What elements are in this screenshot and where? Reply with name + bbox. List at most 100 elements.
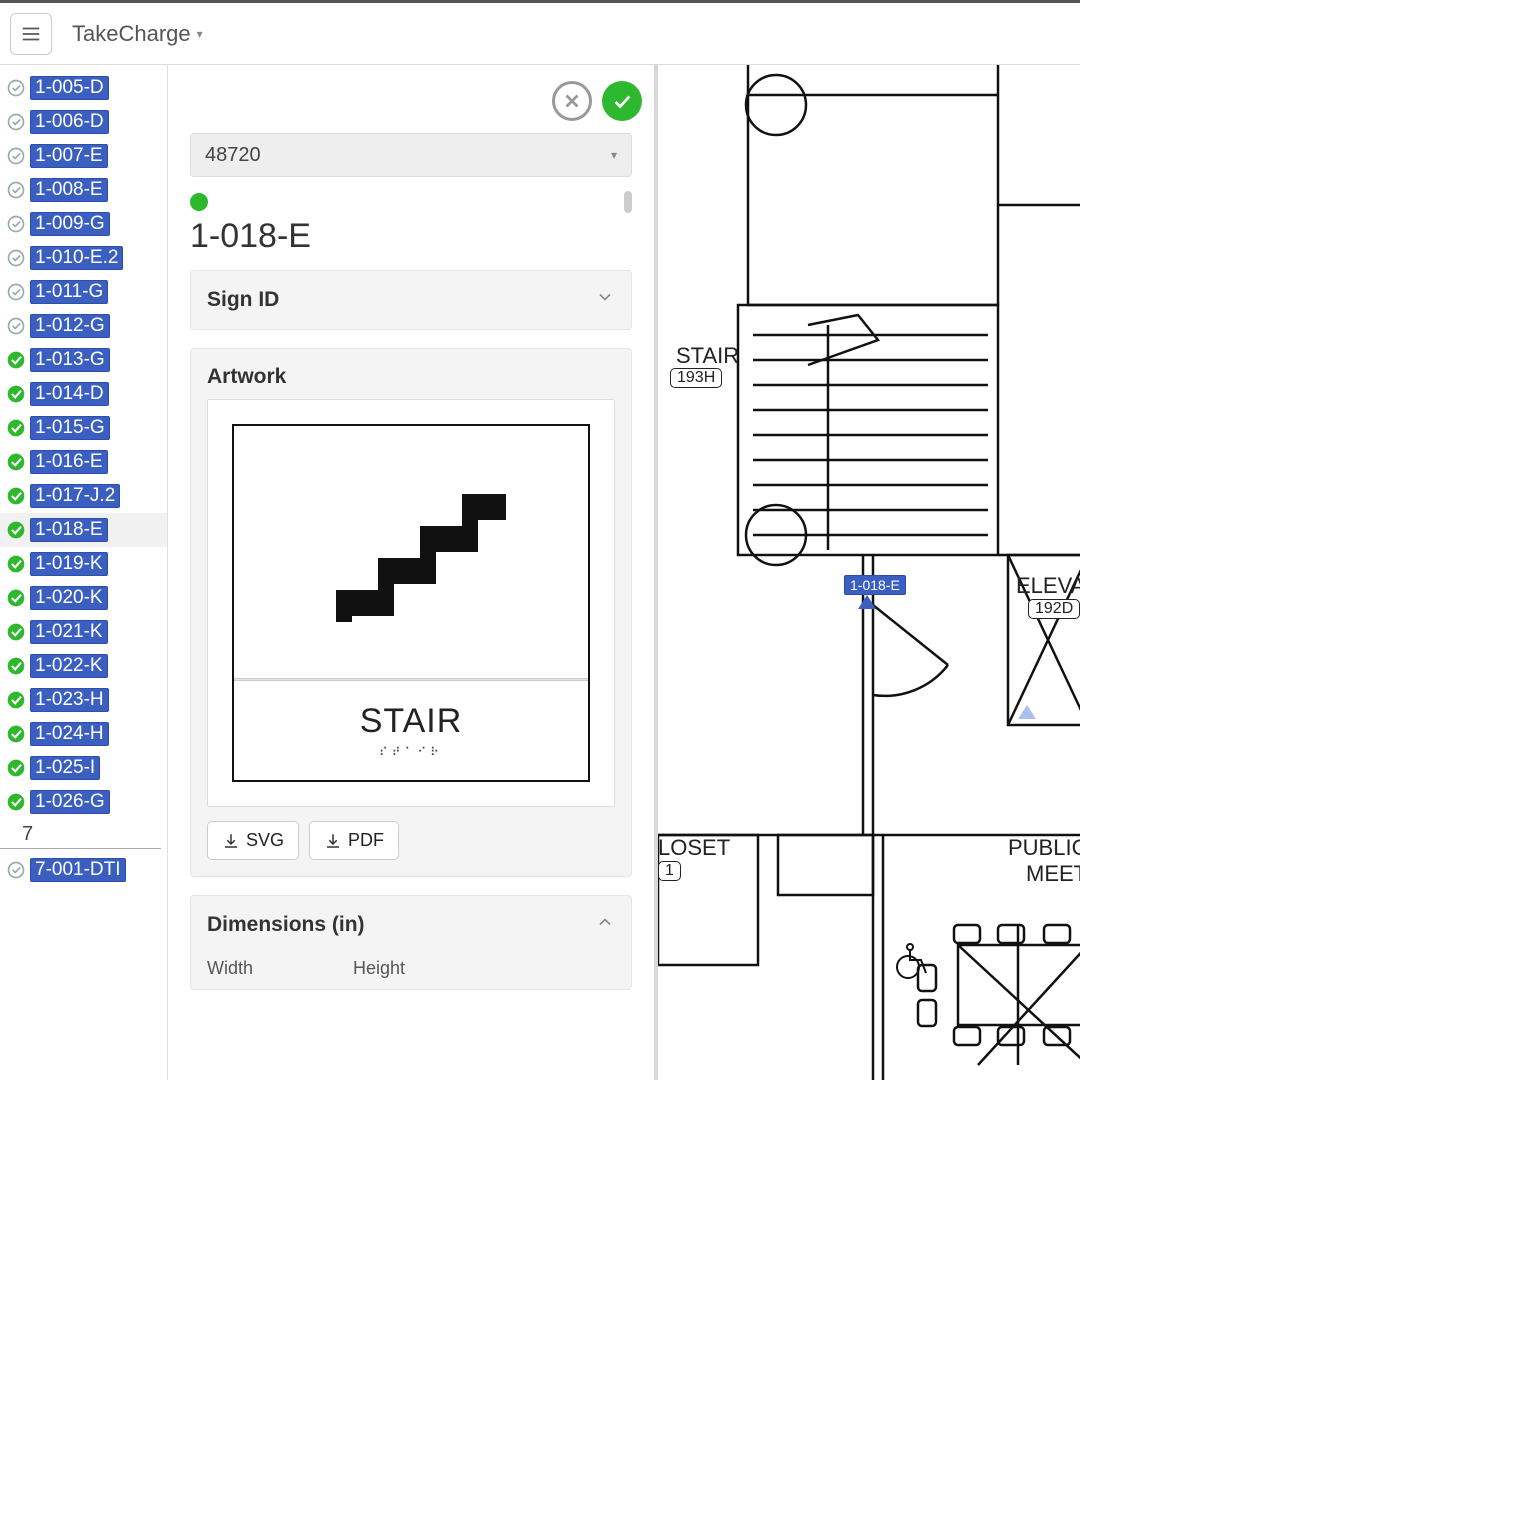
check-icon	[611, 90, 633, 112]
menu-button[interactable]	[10, 13, 52, 55]
status-icon	[6, 554, 26, 574]
sidebar-item-1-018-E[interactable]: 1-018-E	[0, 513, 167, 547]
sidebar-item-1-010-E.2[interactable]: 1-010-E.2	[0, 241, 167, 275]
hamburger-icon	[20, 23, 42, 45]
status-icon	[6, 486, 26, 506]
sidebar-item-1-012-G[interactable]: 1-012-G	[0, 309, 167, 343]
status-icon	[6, 520, 26, 540]
sidebar-item-label: 1-014-D	[30, 382, 109, 406]
confirm-button[interactable]	[602, 81, 642, 121]
width-label: Width	[207, 958, 253, 979]
artwork-panel-header[interactable]: Artwork	[191, 349, 631, 399]
download-pdf-button[interactable]: PDF	[309, 821, 399, 860]
braille-text: ⠎⠞⠁⠊⠗	[379, 745, 443, 759]
artwork-label: Artwork	[207, 365, 286, 389]
sidebar-item-1-011-G[interactable]: 1-011-G	[0, 275, 167, 309]
dimensions-panel-header[interactable]: Dimensions (in)	[191, 896, 631, 954]
close-icon	[561, 90, 583, 112]
sign-id-panel-header[interactable]: Sign ID	[191, 271, 631, 329]
status-icon	[6, 622, 26, 642]
status-icon	[6, 690, 26, 710]
status-icon	[6, 146, 26, 166]
sidebar-group-label: 7	[0, 819, 161, 849]
brand-label: TakeCharge	[72, 21, 191, 47]
sidebar-item-label: 1-009-G	[30, 212, 110, 236]
height-label: Height	[353, 958, 405, 979]
sidebar-item-1-022-K[interactable]: 1-022-K	[0, 649, 167, 683]
sidebar-item-7-001-DTI[interactable]: 7-001-DTI	[0, 853, 167, 887]
sidebar-item-1-013-G[interactable]: 1-013-G	[0, 343, 167, 377]
sidebar-item-label: 1-007-E	[30, 144, 108, 168]
sidebar-item-label: 1-025-I	[30, 756, 100, 780]
mini-scrollbar[interactable]	[624, 191, 632, 213]
floor-plan-canvas[interactable]: STAIR 193H 1-018-E ELEVAT 192D LOSET 1 P…	[658, 65, 1080, 1080]
sidebar-item-label: 1-010-E.2	[30, 246, 123, 270]
sidebar-item-label: 1-023-H	[30, 688, 109, 712]
sign-list-sidebar[interactable]: 1-005-D 1-006-D 1-007-E 1-008-E 1-009-G 1-010…	[0, 65, 168, 1080]
cancel-button[interactable]	[552, 81, 592, 121]
sidebar-item-1-025-I[interactable]: 1-025-I	[0, 751, 167, 785]
sign-id-label: Sign ID	[207, 288, 279, 312]
sidebar-item-label: 1-012-G	[30, 314, 110, 338]
stairs-icon	[306, 472, 516, 632]
sidebar-item-1-020-K[interactable]: 1-020-K	[0, 581, 167, 615]
sidebar-item-1-017-J.2[interactable]: 1-017-J.2	[0, 479, 167, 513]
project-select[interactable]: 48720 ▾	[190, 133, 632, 177]
download-icon	[222, 832, 240, 850]
sidebar-item-1-009-G[interactable]: 1-009-G	[0, 207, 167, 241]
plan-marker-faded[interactable]	[1018, 705, 1036, 719]
sidebar-item-1-015-G[interactable]: 1-015-G	[0, 411, 167, 445]
status-icon	[6, 656, 26, 676]
sidebar-item-1-023-H[interactable]: 1-023-H	[0, 683, 167, 717]
download-svg-button[interactable]: SVG	[207, 821, 299, 860]
sidebar-item-1-021-K[interactable]: 1-021-K	[0, 615, 167, 649]
sidebar-item-label: 1-015-G	[30, 416, 110, 440]
sidebar-item-label: 1-021-K	[30, 620, 108, 644]
sidebar-item-1-014-D[interactable]: 1-014-D	[0, 377, 167, 411]
status-icon	[6, 282, 26, 302]
status-icon	[6, 860, 26, 880]
sign-title: 1-018-E	[180, 217, 642, 270]
status-icon	[6, 180, 26, 200]
sidebar-item-label: 1-019-K	[30, 552, 108, 576]
pdf-label: PDF	[348, 830, 384, 851]
status-icon	[6, 112, 26, 132]
sidebar-item-label: 1-024-H	[30, 722, 109, 746]
room-label-elev: ELEVAT	[1016, 573, 1080, 599]
status-icon	[6, 384, 26, 404]
sidebar-item-label: 1-018-E	[30, 518, 108, 542]
sidebar-item-1-026-G[interactable]: 1-026-G	[0, 785, 167, 819]
svg-label: SVG	[246, 830, 284, 851]
sidebar-item-label: 1-020-K	[30, 586, 108, 610]
sidebar-item-1-016-E[interactable]: 1-016-E	[0, 445, 167, 479]
plan-marker[interactable]	[858, 595, 876, 609]
chevron-down-icon	[595, 287, 615, 313]
status-icon	[6, 350, 26, 370]
status-icon	[6, 588, 26, 608]
dimensions-label: Dimensions (in)	[207, 913, 365, 937]
status-icon	[6, 758, 26, 778]
sidebar-item-1-006-D[interactable]: 1-006-D	[0, 105, 167, 139]
status-icon	[6, 418, 26, 438]
artwork-preview: STAIR ⠎⠞⠁⠊⠗	[207, 399, 615, 807]
sidebar-item-label: 1-005-D	[30, 76, 109, 100]
brand-dropdown[interactable]: TakeCharge ▾	[72, 21, 203, 47]
status-icon	[6, 214, 26, 234]
sidebar-item-label: 1-013-G	[30, 348, 110, 372]
status-icon	[6, 316, 26, 336]
status-icon	[6, 724, 26, 744]
sidebar-item-label: 1-006-D	[30, 110, 109, 134]
status-icon	[6, 78, 26, 98]
status-icon	[6, 452, 26, 472]
sidebar-item-1-019-K[interactable]: 1-019-K	[0, 547, 167, 581]
sidebar-item-1-024-H[interactable]: 1-024-H	[0, 717, 167, 751]
sidebar-item-1-008-E[interactable]: 1-008-E	[0, 173, 167, 207]
sidebar-item-label: 1-017-J.2	[30, 484, 120, 508]
room-label-stair: STAIR	[676, 343, 739, 369]
status-icon	[6, 792, 26, 812]
sidebar-item-1-007-E[interactable]: 1-007-E	[0, 139, 167, 173]
caret-down-icon: ▾	[197, 27, 203, 41]
chevron-up-icon	[595, 912, 615, 938]
sidebar-item-1-005-D[interactable]: 1-005-D	[0, 71, 167, 105]
plan-marker-tag[interactable]: 1-018-E	[844, 575, 906, 595]
